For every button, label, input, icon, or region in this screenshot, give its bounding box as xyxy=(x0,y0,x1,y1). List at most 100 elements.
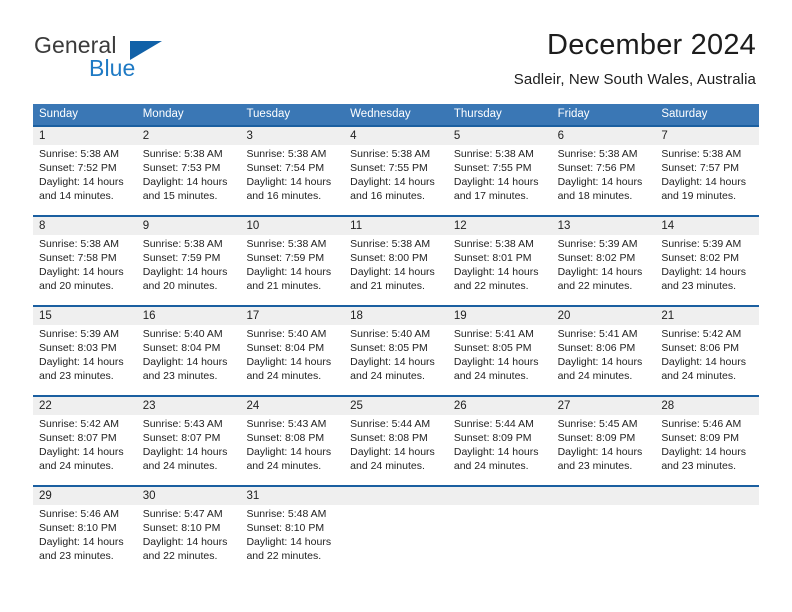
sunset-text: Sunset: 8:06 PM xyxy=(557,342,636,354)
daylight-text-line1: Daylight: 14 hours xyxy=(661,176,746,188)
sunrise-text: Sunrise: 5:38 AM xyxy=(142,238,223,250)
sunrise-text: Sunrise: 5:47 AM xyxy=(142,508,223,520)
day-cell[interactable]: 5 Sunrise: 5:38 AM Sunset: 7:55 PM Dayli… xyxy=(448,125,552,215)
weekday-monday: Monday xyxy=(142,108,184,120)
weekday-sunday: Sunday xyxy=(39,108,79,120)
daylight-text-line1: Daylight: 14 hours xyxy=(39,446,124,458)
sunset-text: Sunset: 8:04 PM xyxy=(246,342,325,354)
weekday-wednesday: Wednesday xyxy=(350,108,411,120)
daylight-text-line1: Daylight: 14 hours xyxy=(350,266,435,278)
daylight-text-line1: Daylight: 14 hours xyxy=(557,266,643,278)
day-cell[interactable]: 27 Sunrise: 5:45 AM Sunset: 8:09 PM Dayl… xyxy=(552,395,656,485)
day-cell[interactable]: 12 Sunrise: 5:38 AM Sunset: 8:01 PM Dayl… xyxy=(448,215,552,305)
sunset-text: Sunset: 7:55 PM xyxy=(350,162,428,174)
day-cell[interactable]: 21 Sunrise: 5:42 AM Sunset: 8:06 PM Dayl… xyxy=(655,305,759,395)
daylight-text-line2: and 24 minutes. xyxy=(557,370,633,382)
weekday-tuesday: Tuesday xyxy=(246,108,291,120)
day-cell[interactable]: 17 Sunrise: 5:40 AM Sunset: 8:04 PM Dayl… xyxy=(240,305,344,395)
day-cell[interactable]: 30 Sunrise: 5:47 AM Sunset: 8:10 PM Dayl… xyxy=(137,485,241,575)
sunrise-text: Sunrise: 5:38 AM xyxy=(453,148,534,160)
sunset-text: Sunset: 8:09 PM xyxy=(661,432,739,444)
daylight-text-line2: and 24 minutes. xyxy=(246,370,322,382)
day-cell[interactable]: 18 Sunrise: 5:40 AM Sunset: 8:05 PM Dayl… xyxy=(344,305,448,395)
daylight-text-line2: and 22 minutes. xyxy=(142,550,218,562)
sunrise-text: Sunrise: 5:38 AM xyxy=(246,238,327,250)
sunset-text: Sunset: 8:07 PM xyxy=(39,432,117,444)
daylight-text-line2: and 24 minutes. xyxy=(453,370,529,382)
location-subtitle: Sadleir, New South Wales, Australia xyxy=(513,71,756,88)
sunset-text: Sunset: 7:55 PM xyxy=(453,162,532,174)
day-cell[interactable]: 8 Sunrise: 5:38 AM Sunset: 7:58 PM Dayli… xyxy=(33,215,137,305)
day-cell[interactable]: 26 Sunrise: 5:44 AM Sunset: 8:09 PM Dayl… xyxy=(448,395,552,485)
day-cell-empty xyxy=(655,485,759,575)
daylight-text-line2: and 24 minutes. xyxy=(350,370,425,382)
sunset-text: Sunset: 8:07 PM xyxy=(142,432,221,444)
sunrise-text: Sunrise: 5:40 AM xyxy=(142,328,223,340)
daylight-text-line2: and 20 minutes. xyxy=(39,280,114,292)
daylight-text-line1: Daylight: 14 hours xyxy=(453,266,539,278)
daylight-text-line1: Daylight: 14 hours xyxy=(142,176,228,188)
day-cell[interactable]: 10 Sunrise: 5:38 AM Sunset: 7:59 PM Dayl… xyxy=(240,215,344,305)
sunset-text: Sunset: 7:53 PM xyxy=(142,162,221,174)
daylight-text-line2: and 17 minutes. xyxy=(453,190,529,202)
day-cell[interactable]: 4 Sunrise: 5:38 AM Sunset: 7:55 PM Dayli… xyxy=(344,125,448,215)
sunrise-text: Sunrise: 5:43 AM xyxy=(246,418,327,430)
day-cell[interactable]: 11 Sunrise: 5:38 AM Sunset: 8:00 PM Dayl… xyxy=(344,215,448,305)
day-number: 28 xyxy=(661,400,675,412)
daylight-text-line1: Daylight: 14 hours xyxy=(39,266,124,278)
day-number: 2 xyxy=(142,130,150,142)
daylight-text-line2: and 21 minutes. xyxy=(246,280,322,292)
daylight-text-line2: and 16 minutes. xyxy=(350,190,425,202)
day-cell[interactable]: 29 Sunrise: 5:46 AM Sunset: 8:10 PM Dayl… xyxy=(33,485,137,575)
day-cell[interactable]: 2 Sunrise: 5:38 AM Sunset: 7:53 PM Dayli… xyxy=(137,125,241,215)
weekday-header-row: Sunday Monday Tuesday Wednesday Thursday… xyxy=(33,104,759,125)
day-number: 9 xyxy=(142,220,150,232)
sunset-text: Sunset: 8:02 PM xyxy=(661,252,739,264)
day-cell[interactable]: 22 Sunrise: 5:42 AM Sunset: 8:07 PM Dayl… xyxy=(33,395,137,485)
sunrise-text: Sunrise: 5:46 AM xyxy=(39,508,119,520)
day-number: 30 xyxy=(142,490,156,502)
day-number: 19 xyxy=(453,310,467,322)
day-cell[interactable]: 31 Sunrise: 5:48 AM Sunset: 8:10 PM Dayl… xyxy=(240,485,344,575)
title-block: December 2024 Sadleir, New South Wales, … xyxy=(514,26,756,92)
day-cell[interactable]: 19 Sunrise: 5:41 AM Sunset: 8:05 PM Dayl… xyxy=(448,305,552,395)
day-number: 31 xyxy=(246,490,260,502)
sunset-text: Sunset: 8:03 PM xyxy=(39,342,117,354)
sunrise-text: Sunrise: 5:48 AM xyxy=(246,508,327,520)
daylight-text-line1: Daylight: 14 hours xyxy=(661,446,746,458)
week-row: 1 Sunrise: 5:38 AM Sunset: 7:52 PM Dayli… xyxy=(33,125,759,215)
daylight-text-line1: Daylight: 14 hours xyxy=(453,176,539,188)
daylight-text-line2: and 16 minutes. xyxy=(246,190,322,202)
daylight-text-line2: and 23 minutes. xyxy=(142,370,218,382)
sunset-text: Sunset: 8:01 PM xyxy=(453,252,532,264)
day-cell[interactable]: 14 Sunrise: 5:39 AM Sunset: 8:02 PM Dayl… xyxy=(655,215,759,305)
day-cell[interactable]: 13 Sunrise: 5:39 AM Sunset: 8:02 PM Dayl… xyxy=(552,215,656,305)
daylight-text-line1: Daylight: 14 hours xyxy=(246,176,332,188)
day-cell[interactable]: 24 Sunrise: 5:43 AM Sunset: 8:08 PM Dayl… xyxy=(240,395,344,485)
daylight-text-line2: and 21 minutes. xyxy=(350,280,425,292)
day-cell[interactable]: 15 Sunrise: 5:39 AM Sunset: 8:03 PM Dayl… xyxy=(33,305,137,395)
day-cell[interactable]: 23 Sunrise: 5:43 AM Sunset: 8:07 PM Dayl… xyxy=(137,395,241,485)
day-number: 12 xyxy=(453,220,467,232)
day-cell[interactable]: 1 Sunrise: 5:38 AM Sunset: 7:52 PM Dayli… xyxy=(33,125,137,215)
day-number: 20 xyxy=(557,310,571,322)
daylight-text-line2: and 23 minutes. xyxy=(661,280,737,292)
day-cell[interactable]: 20 Sunrise: 5:41 AM Sunset: 8:06 PM Dayl… xyxy=(552,305,656,395)
sunset-text: Sunset: 8:05 PM xyxy=(453,342,532,354)
daylight-text-line1: Daylight: 14 hours xyxy=(557,356,643,368)
sunset-text: Sunset: 8:06 PM xyxy=(661,342,739,354)
day-cell[interactable]: 28 Sunrise: 5:46 AM Sunset: 8:09 PM Dayl… xyxy=(655,395,759,485)
day-cell[interactable]: 16 Sunrise: 5:40 AM Sunset: 8:04 PM Dayl… xyxy=(137,305,241,395)
daylight-text-line2: and 24 minutes. xyxy=(453,460,529,472)
day-cell[interactable]: 25 Sunrise: 5:44 AM Sunset: 8:08 PM Dayl… xyxy=(344,395,448,485)
daylight-text-line1: Daylight: 14 hours xyxy=(246,536,332,548)
day-cell[interactable]: 9 Sunrise: 5:38 AM Sunset: 7:59 PM Dayli… xyxy=(137,215,241,305)
sunrise-text: Sunrise: 5:42 AM xyxy=(39,418,119,430)
daylight-text-line2: and 24 minutes. xyxy=(142,460,218,472)
day-cell[interactable]: 6 Sunrise: 5:38 AM Sunset: 7:56 PM Dayli… xyxy=(552,125,656,215)
daylight-text-line2: and 18 minutes. xyxy=(557,190,633,202)
brand-logo[interactable]: General Blue xyxy=(34,32,204,90)
daylight-text-line2: and 23 minutes. xyxy=(557,460,633,472)
day-cell[interactable]: 3 Sunrise: 5:38 AM Sunset: 7:54 PM Dayli… xyxy=(240,125,344,215)
day-cell[interactable]: 7 Sunrise: 5:38 AM Sunset: 7:57 PM Dayli… xyxy=(655,125,759,215)
